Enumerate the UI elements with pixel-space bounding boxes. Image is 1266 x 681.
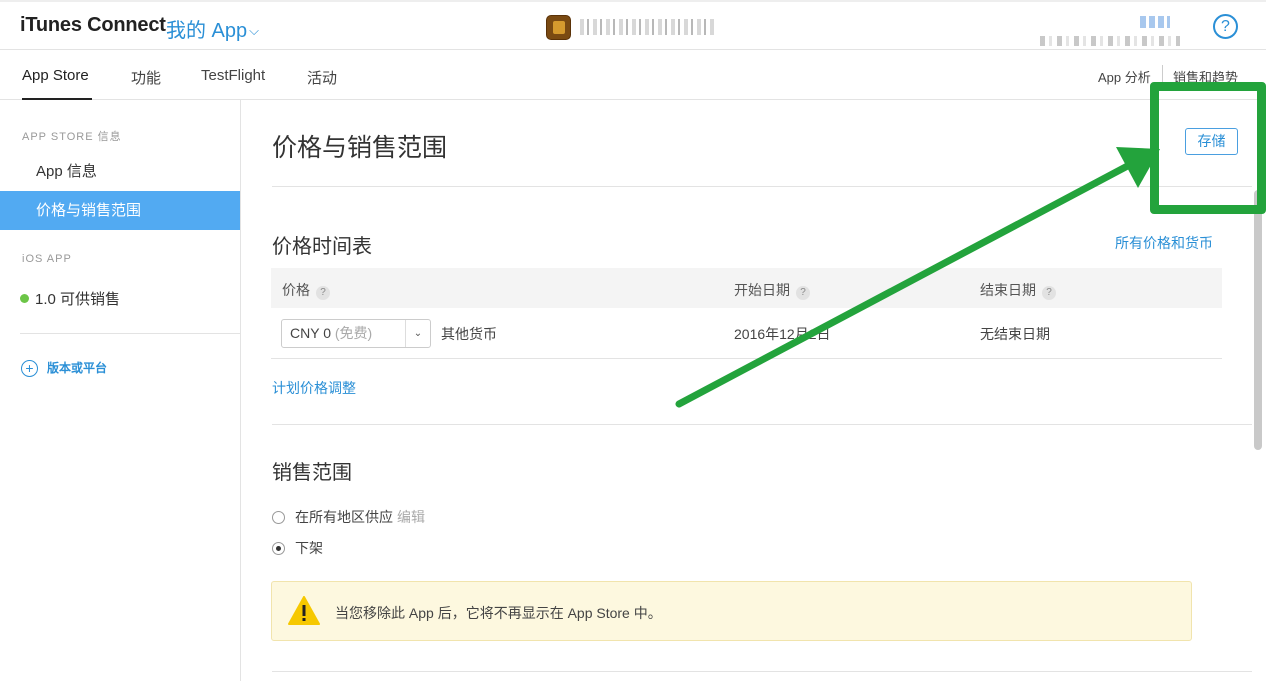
plus-icon: + — [21, 360, 38, 378]
sidebar-heading-app-store-info: APP STORE 信息 — [22, 131, 122, 143]
option-all-regions[interactable]: 在所有地区供应 编辑 — [272, 507, 425, 527]
tab-testflight[interactable]: TestFlight — [201, 67, 265, 84]
column-price: 价格? — [282, 280, 330, 300]
add-version-platform-button[interactable]: + 版本或平台 — [21, 359, 108, 378]
sidebar-divider — [20, 333, 240, 334]
brand-title[interactable]: iTunes Connect — [20, 14, 166, 37]
my-app-label: 我的 App — [166, 20, 248, 42]
warning-banner: 当您移除此 App 后，它将不再显示在 App Store 中。 — [271, 581, 1192, 641]
help-icon[interactable]: ? — [316, 286, 330, 300]
divider — [272, 671, 1252, 672]
user-account-redacted[interactable] — [1040, 16, 1200, 46]
page-title: 价格与销售范围 — [272, 134, 448, 162]
tab-activity[interactable]: 活动 — [307, 67, 337, 88]
price-select[interactable]: CNY 0 (免费) ⌄ — [281, 319, 431, 348]
other-currency-link[interactable]: 其他货币 — [441, 324, 497, 344]
help-icon[interactable]: ? — [1213, 14, 1238, 39]
radio-button-selected[interactable] — [272, 541, 285, 555]
price-value: CNY 0 — [290, 325, 331, 341]
column-end-date: 结束日期? — [980, 280, 1056, 300]
plan-price-adjust-link[interactable]: 计划价格调整 — [272, 378, 356, 398]
option-all-regions-label: 在所有地区供应 — [295, 509, 393, 525]
version-status-label: 1.0 可供销售 — [35, 291, 121, 308]
annotation-highlight-box — [1150, 82, 1266, 214]
scrollbar[interactable] — [1254, 190, 1262, 450]
option-remove-label: 下架 — [295, 540, 323, 556]
help-icon[interactable]: ? — [1042, 286, 1056, 300]
sidebar-item-pricing[interactable]: 价格与销售范围 — [0, 191, 240, 230]
top-header: iTunes Connect 我的 App ⌵ ? — [0, 0, 1266, 50]
warning-text: 当您移除此 App 后，它将不再显示在 App Store 中。 — [335, 605, 662, 621]
price-note: (免费) — [334, 325, 373, 341]
all-prices-link[interactable]: 所有价格和货币 — [1115, 233, 1213, 253]
sidebar-item-app-info[interactable]: App 信息 — [0, 152, 240, 191]
warning-icon — [288, 596, 320, 625]
app-icon — [546, 15, 571, 40]
availability-title: 销售范围 — [272, 462, 352, 484]
sub-navigation: App Store 功能 TestFlight 活动 App 分析 销售和趋势 — [0, 51, 1266, 100]
chevron-down-icon: ⌵ — [249, 23, 260, 38]
price-table-header: 价格? 开始日期? 结束日期? — [271, 268, 1222, 308]
nav-separator — [1162, 65, 1163, 83]
app-name-redacted — [580, 19, 715, 35]
column-start-date: 开始日期? — [734, 280, 810, 300]
edit-link[interactable]: 编辑 — [397, 509, 425, 525]
tab-features[interactable]: 功能 — [131, 67, 161, 88]
main-content: 价格与销售范围 存储 价格时间表 所有价格和货币 价格? 开始日期? 结束日期?… — [242, 100, 1266, 681]
radio-button[interactable] — [272, 510, 285, 524]
start-date-value: 2016年12月2日 — [734, 326, 831, 342]
sidebar-heading-ios-app: iOS APP — [22, 253, 72, 265]
my-app-menu[interactable]: 我的 App ⌵ — [166, 14, 259, 43]
sidebar-item-version[interactable]: 1.0 可供销售 — [20, 288, 120, 309]
app-analytics-link[interactable]: App 分析 — [1098, 67, 1151, 86]
divider — [272, 424, 1252, 425]
sidebar: APP STORE 信息 App 信息 价格与销售范围 iOS APP 1.0 … — [0, 100, 241, 681]
help-icon[interactable]: ? — [796, 286, 810, 300]
option-remove-from-sale[interactable]: 下架 — [272, 538, 323, 558]
tab-app-store[interactable]: App Store — [22, 67, 89, 84]
chevron-down-icon: ⌄ — [405, 320, 430, 347]
status-dot — [20, 294, 29, 303]
price-schedule-title: 价格时间表 — [272, 236, 372, 258]
table-row: CNY 0 (免费) ⌄ 其他货币 2016年12月2日 无结束日期 — [271, 308, 1222, 359]
divider — [272, 186, 1252, 187]
end-date-value: 无结束日期 — [980, 326, 1050, 342]
add-version-label: 版本或平台 — [47, 361, 108, 375]
